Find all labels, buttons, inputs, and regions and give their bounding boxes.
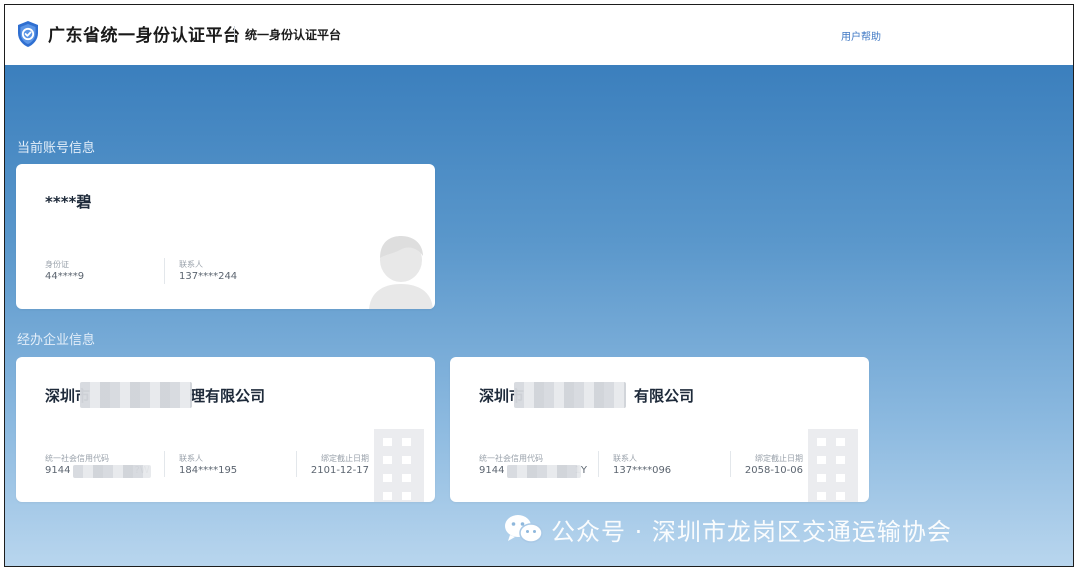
header-divider bbox=[234, 26, 235, 43]
top-header: 广东省统一身份认证平台 统一身份认证平台 用户帮助 bbox=[5, 5, 1073, 65]
id-card-value: 44****9 bbox=[45, 271, 85, 282]
contact-label: 联系人 bbox=[613, 454, 637, 463]
binding-expiry-label: 绑定截止日期 bbox=[755, 454, 803, 463]
contact-value: 137****244 bbox=[179, 271, 238, 282]
account-section-title: 当前账号信息 bbox=[17, 141, 96, 156]
account-holder-name: ****碧 bbox=[45, 193, 92, 211]
contact-value: 137****096 bbox=[613, 465, 672, 476]
watermark-text: 公众号 · 深圳市龙岗区交通运输协会 bbox=[551, 517, 952, 546]
shield-check-icon bbox=[18, 21, 38, 47]
enterprise-card[interactable]: 深圳市有限公司 统一社会信用代码 91441Y 联系人 137****096 绑… bbox=[450, 357, 869, 502]
platform-subtitle: 统一身份认证平台 bbox=[245, 28, 342, 42]
binding-expiry-field: 绑定截止日期 2101-12-17 bbox=[299, 453, 369, 476]
id-card-field: 身份证 44****9 bbox=[45, 259, 84, 282]
binding-expiry-label: 绑定截止日期 bbox=[321, 454, 369, 463]
credit-code-label: 统一社会信用代码 bbox=[479, 454, 543, 463]
user-help-link[interactable]: 用户帮助 bbox=[841, 28, 881, 43]
field-divider bbox=[598, 451, 599, 477]
redacted-name-blur bbox=[514, 382, 626, 408]
wechat-watermark: 公众号 · 深圳市龙岗区交通运输协会 bbox=[503, 511, 952, 547]
id-card-label: 身份证 bbox=[45, 260, 69, 269]
binding-expiry-value: 2101-12-17 bbox=[310, 465, 369, 476]
field-divider bbox=[164, 451, 165, 477]
person-silhouette-icon bbox=[369, 236, 433, 309]
wechat-icon bbox=[505, 515, 543, 543]
contact-field: 联系人 137****096 bbox=[613, 453, 671, 476]
app-window: 广东省统一身份认证平台 统一身份认证平台 用户帮助 当前账号信息 ****碧 身… bbox=[4, 4, 1074, 567]
contact-value: 184****195 bbox=[179, 465, 238, 476]
enterprise-name-suffix: 有限公司 bbox=[634, 387, 695, 405]
building-icon bbox=[374, 429, 424, 502]
contact-field: 联系人 137****244 bbox=[179, 259, 237, 282]
enterprise-card[interactable]: 深圳市理有限公司 统一社会信用代码 9144?W 联系人 184****195 … bbox=[16, 357, 435, 502]
contact-label: 联系人 bbox=[179, 260, 203, 269]
field-divider bbox=[730, 451, 731, 477]
content-area: 当前账号信息 ****碧 身份证 44****9 联系人 137****244 … bbox=[5, 65, 1073, 566]
binding-expiry-field: 绑定截止日期 2058-10-06 bbox=[733, 453, 803, 476]
field-divider bbox=[164, 258, 165, 284]
building-icon bbox=[808, 429, 858, 502]
contact-field: 联系人 184****195 bbox=[179, 453, 237, 476]
enterprise-section-title: 经办企业信息 bbox=[17, 333, 96, 348]
credit-code-label: 统一社会信用代码 bbox=[45, 454, 109, 463]
contact-label: 联系人 bbox=[179, 454, 203, 463]
platform-title: 广东省统一身份认证平台 bbox=[48, 26, 241, 46]
binding-expiry-value: 2058-10-06 bbox=[744, 465, 803, 476]
redacted-name-blur bbox=[80, 382, 192, 408]
redacted-code-blur bbox=[507, 465, 581, 478]
account-card[interactable]: ****碧 身份证 44****9 联系人 137****244 bbox=[16, 164, 435, 309]
field-divider bbox=[296, 451, 297, 477]
enterprise-name-suffix: 理有限公司 bbox=[190, 387, 266, 405]
redacted-code-blur bbox=[73, 465, 151, 478]
